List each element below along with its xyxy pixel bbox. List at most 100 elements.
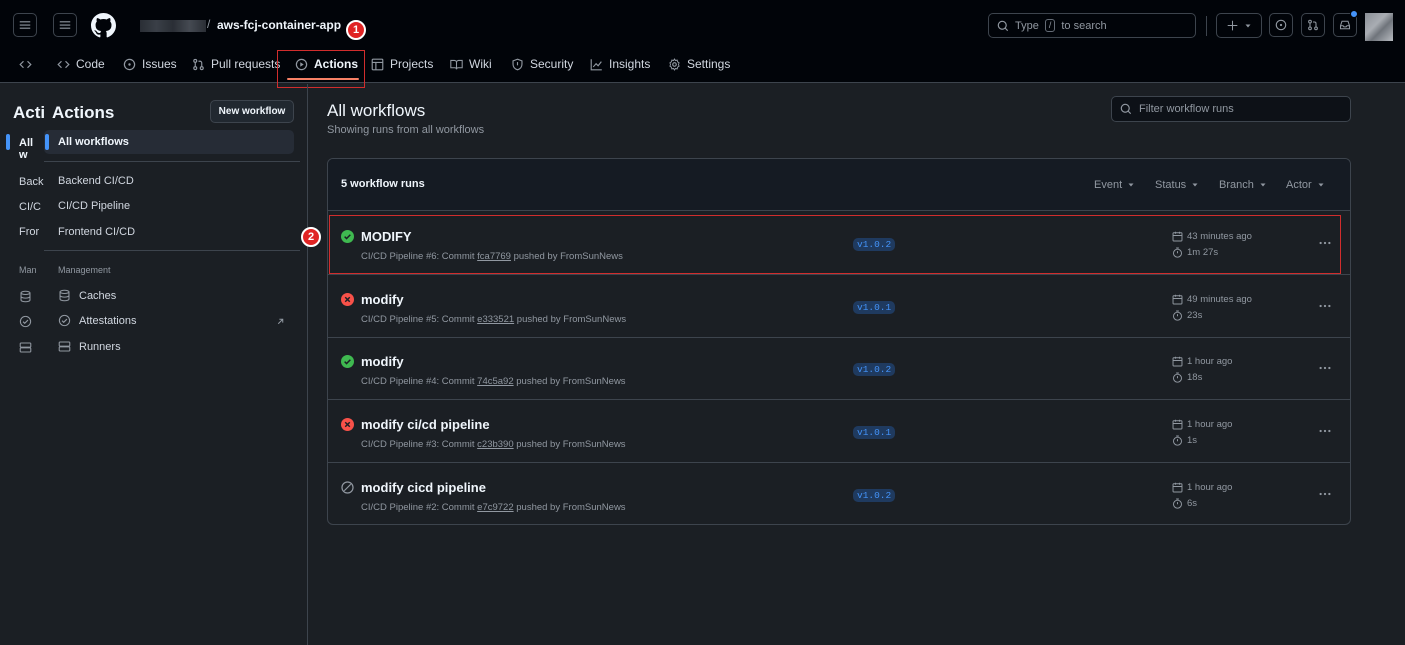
stopwatch-icon [1173, 310, 1182, 321]
workflow-run-row[interactable]: modify ci/cd pipeline CI/CD Pipeline #3:… [328, 400, 1350, 463]
tab-label: Wiki [469, 57, 492, 71]
status-filter-dropdown[interactable]: Status [1155, 179, 1199, 191]
sidebar-divider [44, 161, 300, 162]
tab-security[interactable]: Security [511, 50, 573, 78]
filter-label: Actor [1286, 179, 1312, 191]
tab-settings[interactable]: Settings [668, 50, 730, 78]
sidebar-item-runners[interactable]: Runners [58, 340, 121, 353]
run-meta: CI/CD Pipeline #3: Commit c23b390 pushed… [361, 439, 626, 450]
triangle-down-icon [1192, 183, 1198, 187]
new-workflow-button[interactable]: New workflow [210, 100, 294, 123]
commit-sha-link[interactable]: e333521 [477, 314, 514, 325]
run-title-link[interactable]: modify [361, 292, 404, 307]
issues-button[interactable] [1269, 13, 1293, 37]
collapsed-workflow-item[interactable]: Fror [19, 226, 39, 238]
filter-label: Status [1155, 179, 1187, 191]
sidebar-item-cicd-pipeline[interactable]: CI/CD Pipeline [58, 200, 130, 212]
run-meta: CI/CD Pipeline #5: Commit e333521 pushed… [361, 314, 626, 325]
workflow-run-row[interactable]: modify CI/CD Pipeline #4: Commit 74c5a92… [328, 337, 1350, 400]
search-icon [997, 20, 1009, 31]
run-title-link[interactable]: modify cicd pipeline [361, 480, 486, 495]
user-avatar[interactable] [1365, 13, 1393, 41]
tab-projects[interactable]: Projects [371, 50, 433, 78]
tab-pull-requests[interactable]: Pull requests [192, 50, 280, 78]
collapsed-all-workflows[interactable]: All w [19, 137, 44, 161]
runs-list-header: 5 workflow runs Event Status Branch Acto… [328, 159, 1350, 211]
code-toggle[interactable] [19, 50, 32, 78]
kebab-horizontal-icon[interactable] [1318, 361, 1332, 375]
commit-sha-link[interactable]: c23b390 [477, 439, 513, 450]
collapsed-sidebar: Acti All w Back CI/C Fror Man [0, 84, 44, 645]
notification-dot [1350, 10, 1358, 18]
calendar-icon [1172, 356, 1183, 367]
run-pushed-by: pushed by FromSunNews [516, 439, 626, 450]
pull-requests-button[interactable] [1301, 13, 1325, 37]
triangle-down-icon [1128, 183, 1134, 187]
shield-icon [512, 58, 523, 70]
filter-runs-input[interactable]: Filter workflow runs [1111, 96, 1351, 122]
table-icon [371, 58, 384, 70]
triangle-down-icon [1260, 183, 1266, 187]
collapsed-workflow-item[interactable]: CI/C [19, 201, 41, 213]
run-duration: 1s [1172, 435, 1197, 446]
filter-placeholder: Filter workflow runs [1139, 103, 1234, 115]
gear-icon [669, 57, 680, 71]
run-title-link[interactable]: modify [361, 354, 404, 369]
annotation-marker-1: 1 [346, 20, 366, 40]
external-link-arrow-icon [277, 318, 284, 325]
active-indicator [45, 134, 49, 150]
branch-label[interactable]: v1.0.2 [853, 489, 896, 502]
repo-menu-button[interactable] [53, 13, 77, 37]
tab-issues[interactable]: Issues [123, 50, 177, 78]
search-placeholder-before: Type [1015, 19, 1039, 32]
search-input[interactable]: Type / to search [988, 13, 1196, 38]
verified-icon [19, 315, 32, 328]
sidebar-item-caches[interactable]: Caches [58, 289, 116, 302]
collapsed-workflow-item[interactable]: Back [19, 176, 43, 188]
sidebar-title: Actions [52, 103, 115, 122]
calendar-icon [1172, 419, 1183, 430]
branch-label[interactable]: v1.0.1 [853, 301, 896, 314]
workflow-run-row[interactable]: modify cicd pipeline CI/CD Pipeline #2: … [328, 463, 1350, 524]
global-header: / aws-fcj-container-app 1 Type / to sear… [0, 0, 1405, 83]
run-title-link[interactable]: modify ci/cd pipeline [361, 417, 490, 432]
management-section-label: Management [58, 265, 111, 275]
repo-name-link[interactable]: aws-fcj-container-app [217, 18, 341, 32]
workflow-run-row[interactable]: modify CI/CD Pipeline #5: Commit e333521… [328, 275, 1350, 338]
search-shortcut-key: / [1044, 19, 1056, 32]
event-filter-dropdown[interactable]: Event [1094, 179, 1135, 191]
sidebar-item-label: Attestations [79, 314, 137, 327]
kebab-horizontal-icon[interactable] [1318, 299, 1332, 313]
sidebar-item-label: Caches [79, 289, 117, 302]
owner-name-redacted[interactable] [140, 20, 206, 32]
run-workflow: CI/CD Pipeline #3: Commit [361, 439, 475, 450]
sidebar-item-frontend-cicd[interactable]: Frontend CI/CD [58, 226, 135, 238]
stopwatch-icon [1173, 498, 1182, 509]
actor-filter-dropdown[interactable]: Actor [1286, 179, 1325, 191]
run-workflow: CI/CD Pipeline #5: Commit [361, 314, 475, 325]
branch-label[interactable]: v1.0.1 [853, 426, 896, 439]
global-menu-button[interactable] [13, 13, 37, 37]
sidebar-item-backend-cicd[interactable]: Backend CI/CD [58, 175, 134, 187]
hamburger-icon [59, 21, 71, 29]
tab-insights[interactable]: Insights [590, 50, 650, 78]
tab-label: Issues [142, 57, 177, 71]
kebab-horizontal-icon[interactable] [1318, 487, 1332, 501]
branch-label[interactable]: v1.0.2 [853, 363, 896, 376]
commit-sha-link[interactable]: e7c9722 [477, 502, 513, 513]
run-duration-value: 18s [1187, 372, 1203, 383]
tab-code[interactable]: Code [57, 50, 105, 78]
tab-label: Settings [687, 57, 731, 71]
code-icon [19, 60, 32, 68]
commit-sha-link[interactable]: 74c5a92 [477, 376, 513, 387]
pull-request-icon [1308, 19, 1318, 31]
sidebar-item-attestations[interactable]: Attestations [58, 314, 136, 327]
issue-icon [1275, 19, 1287, 31]
kebab-horizontal-icon[interactable] [1318, 424, 1332, 438]
tab-wiki[interactable]: Wiki [450, 50, 492, 78]
stopwatch-icon [1173, 435, 1182, 446]
create-new-button[interactable] [1216, 13, 1262, 38]
graph-icon [590, 58, 602, 70]
branch-filter-dropdown[interactable]: Branch [1219, 179, 1267, 191]
github-logo-icon[interactable] [91, 13, 116, 38]
